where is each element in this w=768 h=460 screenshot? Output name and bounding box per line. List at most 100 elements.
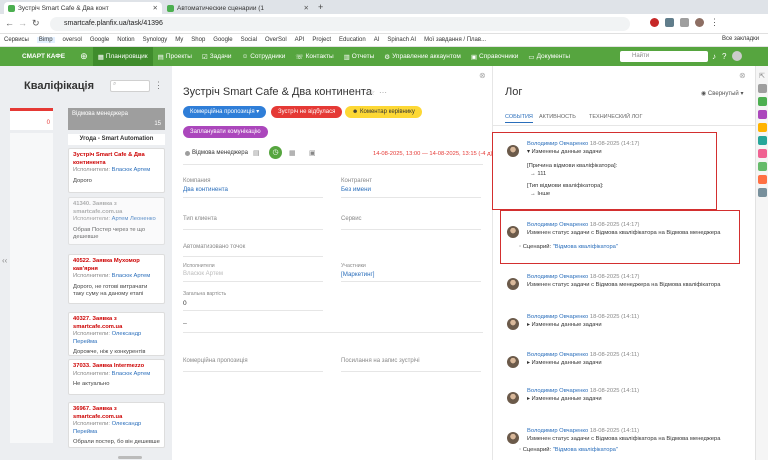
card-title[interactable]: Зустріч Smart Cafe & Два континента [73, 152, 160, 167]
more-icon[interactable]: ⋮ [154, 80, 163, 91]
files-icon[interactable] [757, 136, 767, 145]
bookmark-item[interactable]: Shop [191, 37, 205, 43]
url-field[interactable]: smartcafe.planfix.ua/task/41396 [50, 17, 630, 31]
contragent-link[interactable]: Без имени [341, 186, 371, 193]
log-expand-toggle[interactable]: ▸ Изменены данные задачи [527, 322, 602, 328]
bookmark-item[interactable]: API [295, 37, 305, 43]
card-title[interactable]: 40522. Заявка Мухомор кав'ярня [73, 258, 160, 273]
close-icon[interactable]: ⊗ [739, 71, 746, 80]
kanban-card[interactable]: 37033. Заявка Intermezzo Исполнители: Вл… [68, 359, 165, 395]
schedule-communication-button[interactable]: Запланувати комунікацію [183, 126, 268, 138]
executor-link[interactable]: Власюк Артем [112, 273, 151, 279]
close-icon[interactable]: ✕ [153, 4, 158, 12]
total-value[interactable]: 0 [183, 300, 187, 307]
checklist-icon[interactable]: ▤ [253, 149, 260, 157]
bookmark-item[interactable]: Google [90, 37, 109, 43]
scenario-link[interactable]: "Відмова кваліфікатора" [553, 447, 618, 453]
board-search-icon[interactable]: ⌕ [110, 80, 150, 92]
log-author-link[interactable]: Володимир Овчаренко [527, 141, 588, 147]
browser-tab[interactable]: Автоматические сценарии (1 ✕ [163, 2, 313, 14]
history-icon[interactable] [757, 188, 767, 197]
global-search-input[interactable]: Найти [620, 51, 708, 62]
column-header[interactable]: Відмова менеджера 15 [68, 108, 165, 130]
executor-link[interactable]: Власюк Артем [112, 167, 151, 173]
nav-planner[interactable]: ▦ Планировщик [92, 47, 153, 66]
attach-icon[interactable] [757, 149, 767, 158]
close-icon[interactable]: ✕ [304, 4, 309, 12]
checklist-icon[interactable] [757, 97, 767, 106]
kanban-card[interactable]: 36967. Заявка з smartcafe.com.ua Исполни… [68, 402, 165, 448]
log-author-link[interactable]: Володимир Овчаренко [527, 428, 588, 434]
bookmark-item[interactable]: oversol [63, 37, 82, 43]
user-avatar[interactable] [732, 51, 743, 61]
more-icon[interactable]: ⋯ [379, 88, 387, 97]
app-logo[interactable]: СМАРТ КАФЕ [22, 53, 65, 60]
info-icon[interactable] [757, 84, 767, 93]
card-title[interactable]: 37033. Заявка Intermezzo [73, 363, 160, 371]
card-title[interactable]: 41340. Заявка з smartcafe.com.ua [73, 201, 160, 216]
card-title[interactable]: 40327. Заявка з smartcafe.com.ua [73, 316, 160, 331]
chevron-down-icon[interactable]: ▾ [84, 84, 88, 92]
new-tab-icon[interactable]: + [318, 2, 323, 12]
service-field[interactable]: Сервис [341, 216, 362, 222]
collapse-panel-icon[interactable]: ‹‹ [2, 256, 7, 265]
profile-avatar[interactable] [695, 18, 704, 27]
add-icon[interactable]: ⊕ [75, 47, 93, 66]
bell-icon[interactable] [757, 123, 767, 132]
bookmark-item[interactable]: Education [339, 37, 366, 43]
puzzle-icon[interactable] [680, 18, 689, 27]
participants-link[interactable]: [Маркетинг] [341, 271, 375, 278]
reload-icon[interactable]: ↻ [32, 18, 40, 29]
scenario-link[interactable]: "Відмова кваліфікатора" [553, 244, 618, 250]
all-bookmarks[interactable]: Все закладки [722, 36, 759, 42]
automated-points-field[interactable]: Автоматизовано точок [183, 244, 245, 250]
bookmark-item[interactable]: Сервисы [4, 37, 29, 43]
log-expand-toggle[interactable]: ▸ Изменены данные задачи [527, 396, 602, 402]
nav-projects[interactable]: ▤ Проекты [153, 47, 197, 66]
log-expand-toggle[interactable]: ▾ Изменены данные задачи [527, 149, 602, 155]
nav-tasks[interactable]: ☑ Задачи [197, 47, 237, 66]
meeting-failed-button[interactable]: Зустріч не відбулася [271, 106, 343, 118]
forward-icon[interactable]: → [18, 18, 27, 28]
bookmark-item[interactable]: My [175, 37, 183, 43]
menu-icon[interactable]: ⋮ [710, 18, 719, 27]
log-author-link[interactable]: Володимир Овчаренко [527, 352, 588, 358]
red-column-header[interactable]: 0 [10, 108, 53, 130]
bookmark-item[interactable]: Мої завдання / Плав... [424, 37, 486, 43]
log-author-link[interactable]: Володимир Овчаренко [527, 274, 588, 280]
bell-icon[interactable]: ♪ [712, 51, 716, 62]
card-title[interactable]: 36967. Заявка з smartcafe.com.ua [73, 406, 160, 421]
horizontal-scrollbar[interactable] [118, 456, 142, 459]
bookmark-item[interactable]: Notion [117, 37, 134, 43]
close-icon[interactable]: ⊗ [479, 71, 486, 80]
extension-icon[interactable] [650, 18, 659, 27]
tab-activity[interactable]: АКТИВНОСТЬ [539, 114, 576, 120]
executor-link[interactable]: Власюк Артем [112, 371, 151, 377]
client-type-field[interactable]: Тип клиента [183, 216, 217, 222]
back-icon[interactable]: ← [5, 18, 14, 28]
view-mode-select[interactable]: ◉ Свернутый ▾ [701, 90, 743, 97]
task-title[interactable]: Зустріч Smart Cafe & Два континента [183, 86, 372, 98]
bookmark-item[interactable]: Social [241, 37, 257, 43]
timer-icon[interactable]: ◷ [269, 146, 282, 159]
company-link[interactable]: Два континента [183, 186, 228, 193]
bookmark-item[interactable]: Bimp [36, 37, 55, 43]
notes-icon[interactable]: ▣ [309, 149, 316, 157]
nav-employees[interactable]: ☺ Сотрудники [237, 47, 291, 66]
kanban-card[interactable]: 40327. Заявка з smartcafe.com.ua Исполни… [68, 312, 165, 356]
browser-tab-active[interactable]: Зустріч Smart Cafe & Два конт ✕ [4, 2, 162, 14]
log-author-link[interactable]: Володимир Овчаренко [527, 314, 588, 320]
meeting-recording-link-field[interactable]: Посилання на запис зустрічі [341, 358, 420, 364]
kanban-card[interactable]: 40522. Заявка Мухомор кав'ярня Исполните… [68, 254, 165, 304]
nav-directories[interactable]: ▣ Справочники [466, 47, 524, 66]
bookmark-item[interactable]: Synology [143, 37, 168, 43]
expand-icon[interactable]: ⇱ [756, 72, 768, 80]
nav-reports[interactable]: ▥ Отчеты [339, 47, 380, 66]
task-dates[interactable]: 14-08-2025, 13:00 — 14-08-2025, 13:15 (-… [373, 151, 492, 157]
extension-icon[interactable] [665, 18, 674, 27]
log-author-link[interactable]: Володимир Овчаренко [527, 388, 588, 394]
help-icon[interactable]: ? [722, 51, 726, 62]
bookmark-item[interactable]: AI [374, 37, 380, 43]
commercial-proposal-button[interactable]: Комерційна пропозиція ▾ [183, 106, 267, 118]
chat-icon[interactable] [757, 110, 767, 119]
